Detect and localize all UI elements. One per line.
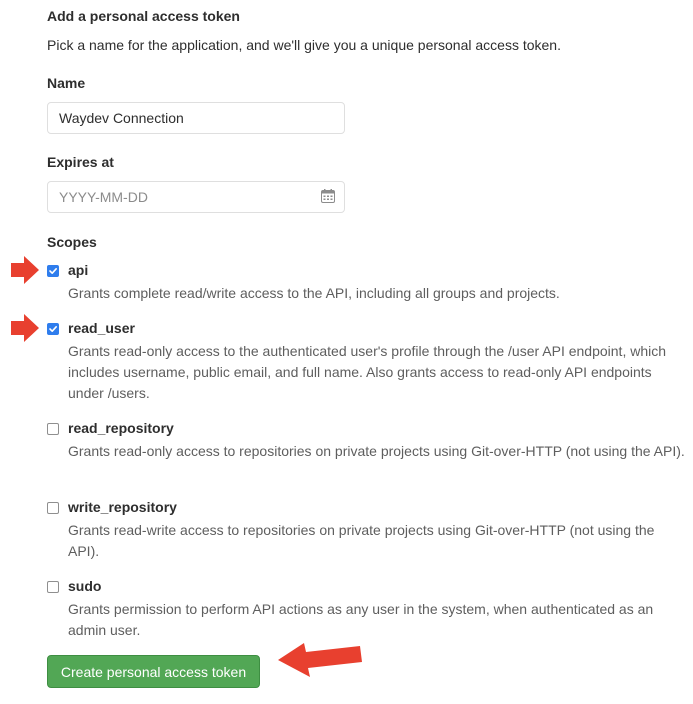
form-heading: Add a personal access token <box>47 8 240 24</box>
scope-name[interactable]: write_repository <box>68 499 177 515</box>
calendar-icon[interactable] <box>321 189 335 203</box>
expires-input[interactable] <box>47 181 345 213</box>
scope-name[interactable]: sudo <box>68 578 101 594</box>
scope-description: Grants permission to perform API actions… <box>68 601 654 638</box>
scope-checkbox-api[interactable] <box>47 265 59 277</box>
create-token-button[interactable]: Create personal access token <box>47 655 260 688</box>
scope-description: Grants read-only access to repositories … <box>68 443 685 459</box>
name-label: Name <box>47 75 86 91</box>
scope-description: Grants read-write access to repositories… <box>68 522 655 559</box>
expires-label: Expires at <box>47 154 114 170</box>
scopes-label: Scopes <box>47 234 97 250</box>
scope-checkbox-read-repository[interactable] <box>47 423 59 435</box>
form-intro: Pick a name for the application, and we'… <box>47 37 561 53</box>
red-arrow-icon <box>11 256 39 284</box>
red-arrow-icon <box>278 643 362 677</box>
red-arrow-icon <box>11 314 39 342</box>
scope-name[interactable]: api <box>68 262 88 278</box>
scope-checkbox-write-repository[interactable] <box>47 502 59 514</box>
scope-checkbox-read-user[interactable] <box>47 323 59 335</box>
scope-name[interactable]: read_repository <box>68 420 174 436</box>
scope-checkbox-sudo[interactable] <box>47 581 59 593</box>
name-input[interactable] <box>47 102 345 134</box>
scope-name[interactable]: read_user <box>68 320 135 336</box>
scope-description: Grants read-only access to the authentic… <box>68 343 667 401</box>
scope-description: Grants complete read/write access to the… <box>68 285 560 301</box>
